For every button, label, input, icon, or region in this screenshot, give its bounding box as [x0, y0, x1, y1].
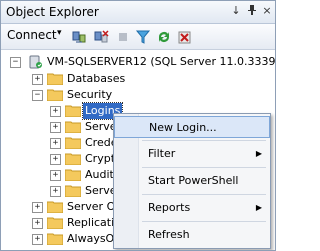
folder-open-icon [46, 89, 64, 102]
filter-icon[interactable] [135, 29, 151, 45]
menu-item-new-login[interactable]: New Login... [114, 116, 270, 138]
menu-item-label: Filter [148, 147, 176, 160]
collapse-icon[interactable]: − [10, 57, 21, 68]
tree-node-server[interactable]: − VM-SQLSERVER12 (SQL Server 11.0.3339 - [1, 54, 275, 70]
server-icon [27, 55, 43, 69]
folder-icon [64, 105, 82, 118]
submenu-arrow-icon: ▶ [255, 203, 262, 212]
object-explorer-panel: Object Explorer ↓ × Connect ▾ − VM-SQLSE… [0, 0, 276, 251]
folder-icon [64, 185, 82, 198]
menu-item-label: New Login... [149, 121, 217, 134]
menu-separator [142, 167, 266, 168]
stop-icon[interactable] [115, 29, 131, 45]
submenu-arrow-icon: ▶ [255, 149, 262, 158]
expand-icon[interactable]: + [50, 122, 61, 133]
menu-item-filter[interactable]: Filter ▶ [114, 143, 270, 165]
expand-icon[interactable]: + [50, 154, 61, 165]
folder-icon [64, 153, 82, 166]
connect-icon[interactable] [71, 29, 87, 45]
expand-icon[interactable]: + [50, 186, 61, 197]
tree-node-databases[interactable]: + Databases [1, 71, 275, 87]
expand-icon[interactable]: + [32, 234, 43, 245]
folder-icon [46, 217, 64, 230]
collapse-icon[interactable]: − [32, 90, 43, 101]
expand-icon[interactable]: + [50, 138, 61, 149]
disconnect-icon[interactable] [93, 29, 109, 45]
folder-icon [46, 233, 64, 246]
pushpin-icon[interactable] [245, 4, 259, 18]
tree-node-security[interactable]: − Security [1, 87, 275, 103]
folder-icon [64, 121, 82, 134]
panel-title: Object Explorer [6, 5, 99, 19]
menu-item-label: Reports [148, 201, 191, 214]
context-menu: New Login... Filter ▶ Start PowerShell R… [113, 113, 271, 249]
expand-icon[interactable]: + [32, 202, 43, 213]
menu-item-reports[interactable]: Reports ▶ [114, 197, 270, 219]
menu-item-label: Start PowerShell [148, 174, 239, 187]
chevron-down-icon[interactable]: ▾ [57, 28, 62, 38]
folder-icon [46, 73, 64, 86]
connect-button[interactable]: Connect [7, 28, 57, 42]
menu-separator [142, 194, 266, 195]
menu-separator [142, 221, 266, 222]
expand-icon[interactable]: + [32, 74, 43, 85]
expand-icon[interactable]: + [32, 218, 43, 229]
expand-icon[interactable]: + [50, 106, 61, 117]
menu-item-label: Refresh [148, 228, 190, 241]
toolbar: Connect ▾ [1, 24, 275, 50]
tree-label: Security [67, 88, 113, 101]
server-label: VM-SQLSERVER12 (SQL Server 11.0.3339 - [47, 55, 276, 68]
menu-separator [142, 140, 266, 141]
expand-icon[interactable]: + [50, 170, 61, 181]
dropdown-arrow-icon[interactable]: ↓ [229, 4, 243, 18]
refresh-icon[interactable] [156, 29, 172, 45]
folder-icon [46, 201, 64, 214]
delete-icon[interactable] [177, 29, 193, 45]
folder-icon [64, 169, 82, 182]
menu-item-start-powershell[interactable]: Start PowerShell [114, 170, 270, 192]
tree-label: Databases [67, 72, 126, 85]
menu-item-refresh[interactable]: Refresh [114, 224, 270, 246]
close-icon[interactable]: × [260, 4, 274, 18]
folder-icon [64, 137, 82, 150]
title-bar: Object Explorer ↓ × [1, 1, 275, 24]
